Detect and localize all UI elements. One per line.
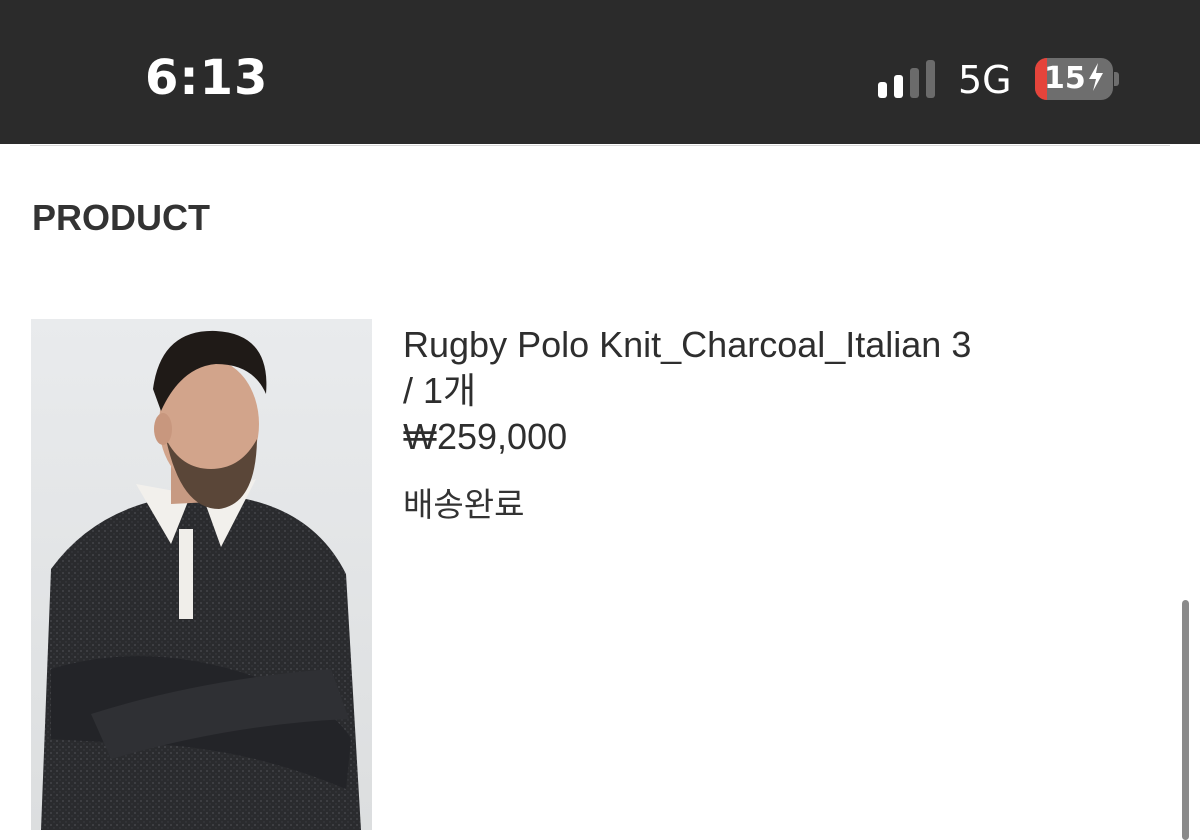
product-option: Rugby Polo Knit_Charcoal_Italian 3 (403, 324, 972, 365)
scrollbar[interactable] (1182, 600, 1189, 840)
network-type: 5G (958, 58, 1012, 102)
battery-level: 15 (1044, 61, 1105, 96)
product-quantity: / 1개 (403, 370, 477, 411)
delivery-status: 배송완료 (403, 485, 525, 524)
product-photo-icon (31, 319, 372, 830)
divider (30, 145, 1170, 146)
signal-bar-1 (878, 82, 887, 98)
product-price: ₩259,000 (403, 416, 568, 457)
status-bar: 6:13 5G 15 (0, 0, 1200, 144)
battery-indicator: 15 (1035, 58, 1113, 100)
battery-cap (1114, 72, 1119, 86)
signal-bar-3 (910, 68, 919, 98)
product-image[interactable] (31, 319, 372, 830)
signal-bar-2 (894, 75, 903, 98)
status-time: 6:13 (145, 50, 269, 106)
charging-bolt-icon (1088, 63, 1103, 91)
section-title: PRODUCT (32, 197, 210, 238)
cellular-signal-icon (878, 60, 935, 98)
signal-bar-4 (926, 60, 935, 98)
product-name[interactable]: Rugby Polo Knit_Charcoal_Italian 3 / 1개 (403, 322, 1103, 414)
